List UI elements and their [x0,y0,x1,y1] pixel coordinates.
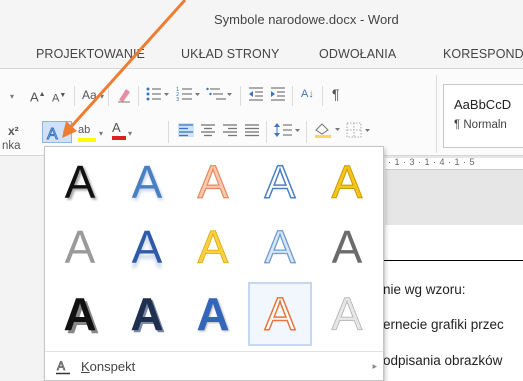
menu-item-outline-label: Konspekt [81,359,136,374]
sort-button[interactable]: A↓ [301,87,314,101]
ribbon-separator [266,121,267,143]
ribbon-separator [74,86,75,106]
text-effect-black-bold-shadow[interactable]: A [48,282,112,346]
style-name-normal: ¶ Normaln [454,119,507,131]
ribbon-separator [108,86,109,106]
style-sample-normal: AaBbCcD [454,97,512,112]
tab-projektowanie[interactable]: PROJEKTOWANIE [36,47,145,61]
bullets-icon[interactable] [146,86,170,105]
ribbon-separator [168,121,169,143]
chevron-down-icon[interactable]: ▾ [128,127,132,141]
justify-icon[interactable] [244,123,260,140]
highlight-color-button[interactable]: ab [78,122,96,142]
text-effect-light-blue-outline[interactable]: A [248,215,312,279]
document-text-line[interactable]: ernecie grafiki przec [383,317,504,332]
ribbon-separator [322,86,323,106]
chevron-right-icon: ▸ [372,361,377,371]
text-effect-navy-bold[interactable]: A [115,282,179,346]
page-header-line [380,260,523,261]
font-color-button[interactable]: A [112,121,126,140]
font-group-label: nka [2,140,21,152]
menu-item-outline[interactable]: A Konspekt ▸ [45,353,383,381]
decrease-indent-icon[interactable] [248,86,264,105]
horizontal-ruler[interactable]: · 1 · 3 · 1 · 4 · 1 · 5 [385,157,523,170]
text-effect-gold-glow[interactable]: A [181,215,245,279]
align-center-icon[interactable] [200,123,216,140]
font-size-dropdown-icon[interactable]: ▾ [10,90,14,104]
svg-text:3: 3 [176,97,179,102]
text-effect-gold-fill[interactable]: A [315,150,379,214]
align-right-icon[interactable] [222,123,238,140]
text-effect-black-shadow[interactable]: A [48,150,112,214]
numbering-icon[interactable]: 123 [176,86,202,105]
shading-icon[interactable] [314,121,342,142]
text-effect-silver[interactable]: A [315,282,379,346]
outline-icon: A [56,359,70,375]
document-text-line[interactable]: nie wg wzoru: [383,282,466,297]
clear-formatting-icon[interactable] [116,86,132,107]
superscript-button[interactable]: x² [8,124,19,138]
show-formatting-button[interactable]: ¶ [332,87,340,101]
tab-uklad-strony[interactable]: UKŁAD STRONY [181,47,279,61]
align-left-icon[interactable] [178,123,194,140]
text-effect-dark-gray[interactable]: A [315,215,379,279]
shrink-font-button[interactable]: A▼ [52,89,66,106]
line-spacing-icon[interactable] [274,122,302,141]
svg-text:A: A [47,126,58,142]
text-effect-blue-reflection[interactable]: A [115,215,179,279]
chevron-down-icon: ▾ [63,128,68,137]
borders-icon[interactable] [346,122,374,141]
increase-indent-icon[interactable] [270,86,286,105]
text-effects-gallery: A A A A A A A A A A A A A A A A Konspekt… [44,146,384,381]
text-effect-orange-outline[interactable]: A [181,150,245,214]
text-effects-icon: A [47,126,59,143]
ribbon-separator [240,86,241,106]
tab-odwolania[interactable]: ODWOŁANIA [319,47,396,61]
ribbon-separator [292,86,293,106]
multilevel-list-icon[interactable] [206,86,234,105]
svg-text:A: A [57,359,65,373]
gallery-separator [45,351,383,352]
grow-font-button[interactable]: A▲ [30,88,46,104]
styles-gallery[interactable]: AaBbCcD ¶ Normaln [443,84,523,148]
ruler-marks: · 1 · 3 · 1 · 4 · 1 · 5 [388,157,476,167]
title-bar: Symbole narodowe.docx - Word [0,0,523,38]
text-effect-gray-gradient[interactable]: A [48,215,112,279]
tab-korespondencja[interactable]: KORESPOND [443,47,523,61]
chevron-down-icon[interactable]: ▾ [99,127,103,141]
ribbon-separator [436,75,437,153]
ribbon-separator [306,121,307,143]
text-effect-blue-shadow[interactable]: A [115,150,179,214]
document-text-line[interactable]: odpisania obrazków [383,353,502,368]
ribbon-tabs: PROJEKTOWANIE UKŁAD STRONY ODWOŁANIA KOR… [0,38,523,68]
change-case-button[interactable]: Aa ▾ [82,88,104,104]
ribbon-separator [138,86,139,106]
text-effect-orange-outline-selected[interactable]: A [248,282,312,346]
text-effect-blue-outline[interactable]: A [248,150,312,214]
window-title: Symbole narodowe.docx - Word [214,12,399,27]
text-effect-blue-bold[interactable]: A [181,282,245,346]
text-effects-button[interactable]: A ▾ [42,121,72,143]
